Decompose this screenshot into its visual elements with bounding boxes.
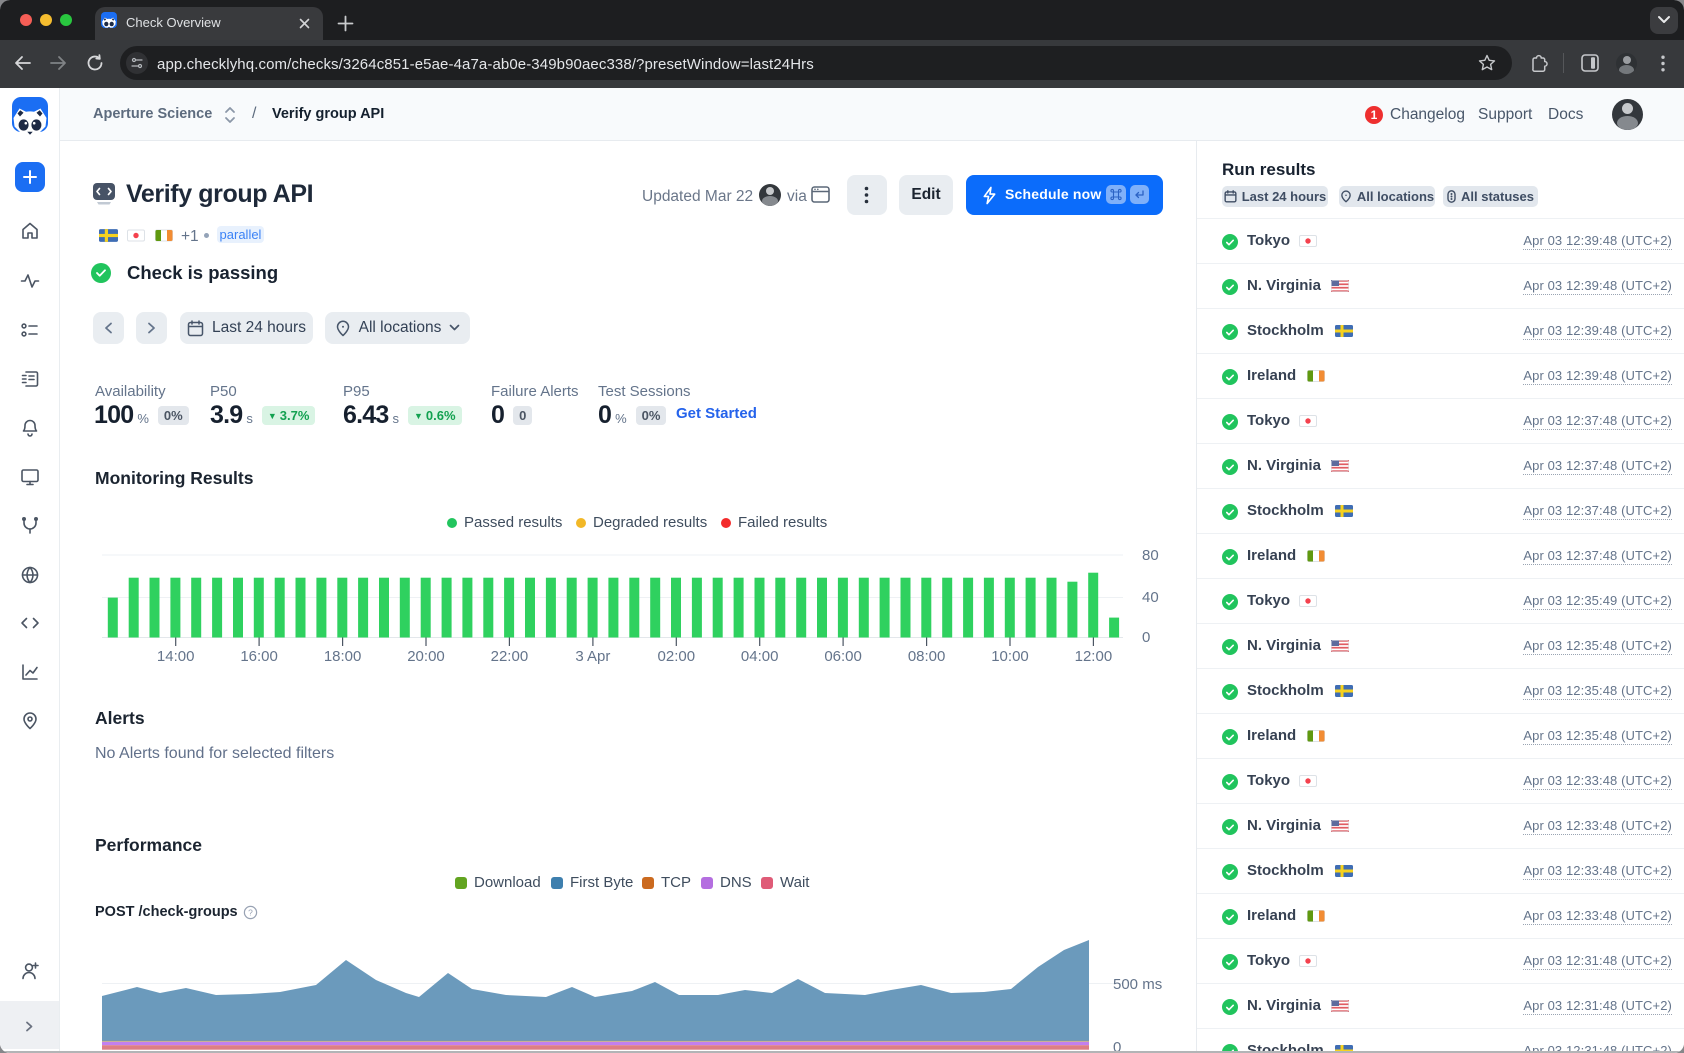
svg-text:08:00: 08:00 xyxy=(908,648,946,665)
svg-text:10:00: 10:00 xyxy=(991,648,1029,665)
svg-text:22:00: 22:00 xyxy=(491,648,529,665)
svg-text:500 ms: 500 ms xyxy=(1113,976,1162,993)
svg-text:3 Apr: 3 Apr xyxy=(575,648,610,665)
svg-text:?: ? xyxy=(248,907,253,917)
svg-text:20:00: 20:00 xyxy=(407,648,445,665)
svg-text:02:00: 02:00 xyxy=(658,648,696,665)
svg-text:0: 0 xyxy=(1142,629,1150,646)
svg-text:80: 80 xyxy=(1142,547,1159,564)
svg-text:18:00: 18:00 xyxy=(324,648,362,665)
svg-text:14:00: 14:00 xyxy=(157,648,195,665)
svg-text:16:00: 16:00 xyxy=(240,648,278,665)
svg-text:04:00: 04:00 xyxy=(741,648,779,665)
svg-text:40: 40 xyxy=(1142,589,1159,606)
svg-text:06:00: 06:00 xyxy=(824,648,862,665)
svg-text:12:00: 12:00 xyxy=(1075,648,1113,665)
